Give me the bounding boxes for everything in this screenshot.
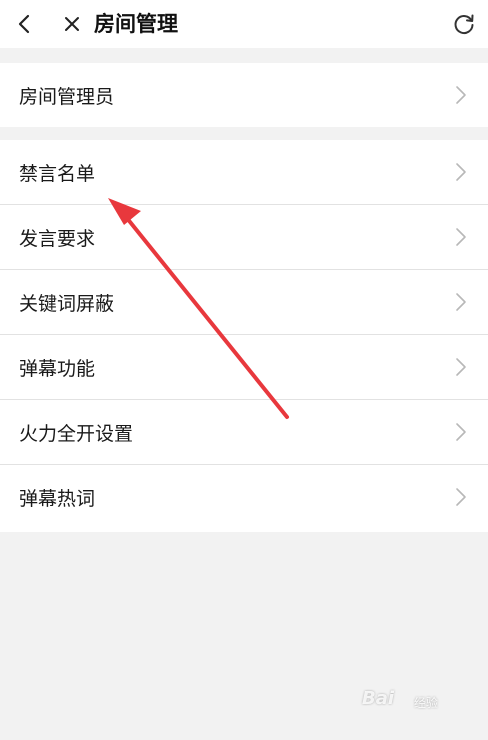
admin-settings-group: 房间管理员	[0, 63, 488, 127]
list-item-label: 弹幕功能	[19, 357, 96, 380]
watermark-sub: 经验	[414, 696, 439, 710]
top-navigation-bar: 房间管理	[0, 0, 488, 48]
list-item-label: 弹幕热词	[19, 487, 96, 510]
chevron-right-icon	[456, 423, 466, 441]
list-item-label: 关键词屏蔽	[19, 292, 115, 315]
list-item-room-admin[interactable]: 房间管理员	[0, 63, 488, 127]
list-item-label: 火力全开设置	[19, 422, 134, 445]
list-item-keyword-blocking[interactable]: 关键词屏蔽	[0, 270, 488, 335]
baidu-watermark: Bai 经验	[362, 688, 462, 718]
chevron-right-icon	[456, 358, 466, 376]
list-item-label: 发言要求	[19, 227, 96, 250]
chevron-right-icon	[456, 228, 466, 246]
chevron-right-icon	[456, 488, 466, 506]
chevron-right-icon	[456, 293, 466, 311]
chevron-left-icon[interactable]	[8, 8, 40, 40]
list-item-label: 房间管理员	[19, 85, 115, 108]
chevron-right-icon	[456, 163, 466, 181]
list-item-speech-requirements[interactable]: 发言要求	[0, 205, 488, 270]
room-settings-group: 禁言名单 发言要求 关键词屏蔽 弹幕功能 火力全开设置 弹幕热词	[0, 140, 488, 532]
page-title: 房间管理	[94, 12, 178, 36]
close-icon[interactable]	[56, 8, 88, 40]
watermark-brand: Bai	[362, 688, 395, 709]
list-item-mute-list[interactable]: 禁言名单	[0, 140, 488, 205]
list-item-danmaku-hot-words[interactable]: 弹幕热词	[0, 465, 488, 529]
list-item-full-fire-settings[interactable]: 火力全开设置	[0, 400, 488, 465]
list-item-danmaku-function[interactable]: 弹幕功能	[0, 335, 488, 400]
refresh-icon[interactable]	[448, 8, 480, 40]
chevron-right-icon	[456, 86, 466, 104]
list-item-label: 禁言名单	[19, 162, 96, 185]
